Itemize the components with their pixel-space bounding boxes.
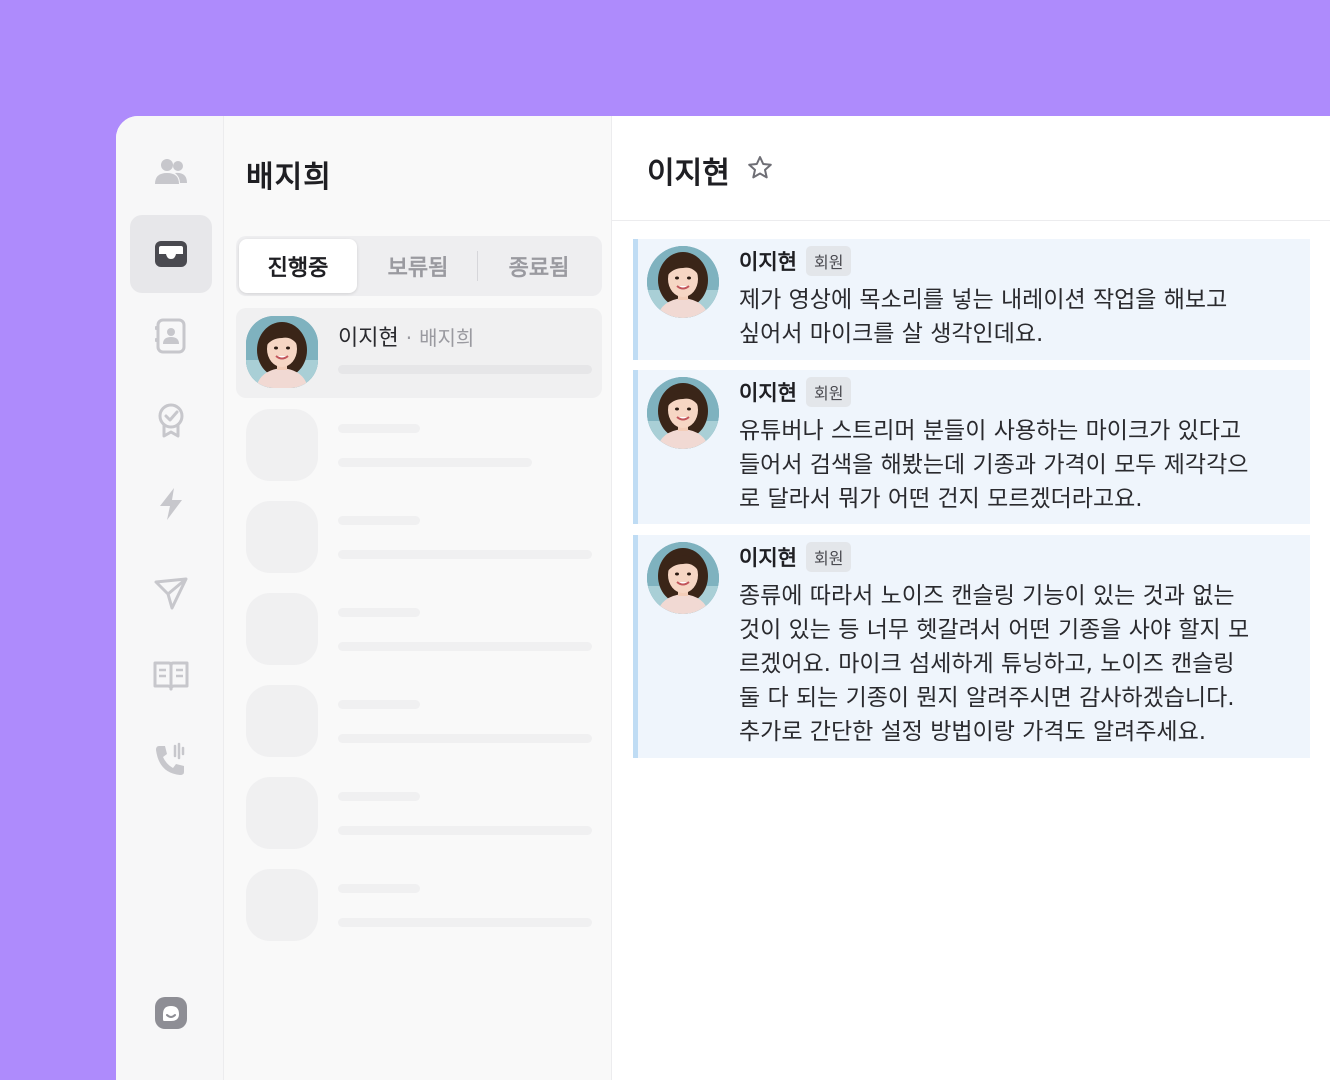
nav-phone[interactable]	[130, 721, 212, 799]
skeleton-line	[338, 642, 592, 651]
conversation-customer-name: 이지현	[338, 326, 399, 351]
star-icon[interactable]	[746, 154, 774, 182]
skeleton-avatar	[246, 409, 318, 481]
message: 이지현 회원 제가 영상에 목소리를 넣는 내레이션 작업을 해보고 싶어서 마…	[633, 239, 1310, 360]
tab-on-hold[interactable]: 보류됨	[359, 239, 477, 293]
nav-automation[interactable]	[130, 465, 212, 543]
chat-title: 이지현	[647, 156, 730, 191]
chat-widget-button[interactable]	[130, 975, 212, 1053]
contact-card-icon	[155, 318, 186, 354]
message-author: 이지현	[739, 250, 797, 274]
message-author: 이지현	[739, 546, 797, 570]
book-icon	[153, 661, 189, 691]
skeleton-line	[338, 516, 420, 525]
message-header: 이지현 회원	[739, 246, 852, 276]
skeleton-line	[338, 884, 420, 893]
list-title: 배지희	[246, 160, 332, 195]
skeleton-line	[338, 792, 420, 801]
avatar	[647, 542, 719, 614]
tab-closed[interactable]: 종료됨	[480, 239, 598, 293]
avatar	[647, 246, 719, 318]
chat-header: 이지현	[612, 116, 1330, 221]
app-window: 배지희 진행중 보류됨 종료됨 이지현 · 배지희 이지현 이지현 회원 제가 …	[116, 116, 1330, 1080]
skeleton-line	[338, 734, 592, 743]
status-tabs: 진행중 보류됨 종료됨	[236, 236, 602, 296]
nav-rail	[116, 116, 224, 1080]
phone-call-icon	[156, 742, 185, 775]
skeleton-avatar	[246, 501, 318, 573]
skeleton-line	[338, 700, 420, 709]
nav-docs[interactable]	[130, 636, 212, 714]
member-badge: 회원	[805, 542, 852, 572]
skeleton-line	[338, 424, 420, 433]
nav-campaign[interactable]	[130, 554, 212, 632]
skeleton-avatar	[246, 593, 318, 665]
preview-placeholder	[338, 365, 592, 374]
nav-inbox[interactable]	[130, 215, 212, 293]
chat-panel: 이지현 이지현 회원 제가 영상에 목소리를 넣는 내레이션 작업을 해보고 싶…	[612, 116, 1330, 1080]
skeleton-line	[338, 608, 420, 617]
skeleton-avatar	[246, 777, 318, 849]
nav-contacts[interactable]	[130, 133, 212, 211]
conversation-list-panel: 배지희 진행중 보류됨 종료됨 이지현 · 배지희	[224, 116, 612, 1080]
users-icon	[155, 159, 187, 184]
member-badge: 회원	[805, 377, 852, 407]
avatar	[647, 377, 719, 449]
message: 이지현 회원 유튜버나 스트리머 분들이 사용하는 마이크가 있다고 들어서 검…	[633, 370, 1310, 524]
conversation-assignee: 배지희	[419, 326, 475, 350]
skeleton-line	[338, 918, 592, 927]
bolt-icon	[160, 488, 182, 520]
message-text: 종류에 따라서 노이즈 캔슬링 기능이 있는 것과 없는 것이 있는 등 너무 …	[739, 583, 1250, 745]
skeleton-line	[338, 458, 532, 467]
conversation-separator: ·	[405, 326, 413, 350]
send-icon	[154, 577, 188, 610]
message-text: 제가 영상에 목소리를 넣는 내레이션 작업을 해보고 싶어서 마이크를 살 생…	[739, 287, 1228, 347]
skeleton-line	[338, 826, 592, 835]
avatar	[246, 316, 318, 388]
message: 이지현 회원 종류에 따라서 노이즈 캔슬링 기능이 있는 것과 없는 것이 있…	[633, 535, 1310, 758]
skeleton-line	[338, 550, 592, 559]
tab-divider	[477, 251, 478, 281]
badge-check-icon	[158, 403, 184, 438]
tab-in-progress[interactable]: 진행중	[239, 239, 357, 293]
message-author: 이지현	[739, 381, 797, 405]
inbox-icon	[155, 241, 187, 267]
message-header: 이지현 회원	[739, 542, 852, 572]
member-badge: 회원	[805, 246, 852, 276]
nav-badge[interactable]	[130, 381, 212, 459]
nav-customer[interactable]	[130, 297, 212, 375]
message-text: 유튜버나 스트리머 분들이 사용하는 마이크가 있다고 들어서 검색을 해봤는데…	[739, 418, 1249, 512]
skeleton-avatar	[246, 869, 318, 941]
conversation-item[interactable]: 이지현 · 배지희	[236, 308, 602, 398]
skeleton-avatar	[246, 685, 318, 757]
chat-bubble-icon	[155, 997, 187, 1029]
conversation-title: 이지현 · 배지희	[338, 320, 474, 352]
message-header: 이지현 회원	[739, 377, 852, 407]
